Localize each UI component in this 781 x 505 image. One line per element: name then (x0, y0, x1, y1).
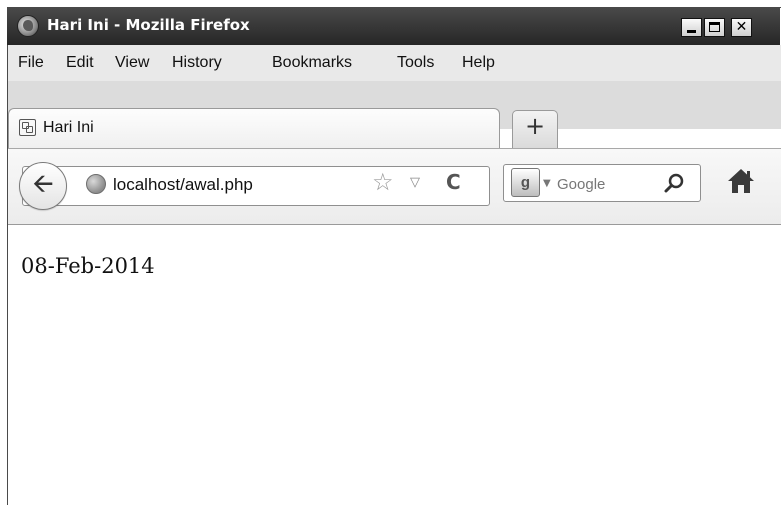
site-identity-icon[interactable] (86, 174, 106, 194)
search-icon[interactable] (663, 172, 685, 194)
menu-help[interactable]: Help (462, 54, 495, 72)
url-text[interactable]: localhost/awal.php (113, 175, 253, 195)
search-engine-icon[interactable]: g (511, 168, 540, 197)
title-bar[interactable]: Hari Ini - Mozilla Firefox ✕ (7, 7, 780, 45)
menu-file[interactable]: File (18, 54, 44, 72)
new-tab-button[interactable]: + (512, 110, 558, 148)
menu-bar: File Edit View History Bookmarks Tools H… (8, 45, 781, 81)
menu-history[interactable]: History (172, 54, 222, 72)
home-icon[interactable] (726, 166, 756, 196)
tab-label: Hari Ini (43, 119, 94, 136)
menu-view[interactable]: View (115, 54, 149, 72)
tab-hari-ini[interactable]: Hari Ini (8, 108, 500, 148)
plus-icon: + (524, 112, 546, 140)
reload-icon[interactable]: C (446, 170, 461, 194)
bookmark-star-icon[interactable]: ☆ (372, 168, 394, 196)
back-button[interactable]: 🡨 (19, 162, 67, 210)
menu-tools[interactable]: Tools (397, 54, 434, 72)
back-arrow-icon: 🡨 (32, 169, 54, 199)
window-title: Hari Ini - Mozilla Firefox (47, 16, 250, 34)
close-button[interactable]: ✕ (731, 18, 752, 37)
firefox-icon (17, 15, 39, 37)
menu-bookmarks[interactable]: Bookmarks (272, 54, 352, 72)
maximize-button[interactable] (704, 18, 725, 37)
minimize-button[interactable] (681, 18, 702, 37)
menu-edit[interactable]: Edit (66, 54, 94, 72)
url-dropdown-icon[interactable]: ▽ (410, 175, 420, 190)
search-input[interactable]: Google (557, 176, 605, 193)
page-icon (19, 119, 36, 136)
engine-dropdown-icon[interactable]: ▼ (543, 178, 551, 189)
close-icon: ✕ (735, 19, 748, 35)
page-date-text: 08-Feb-2014 (21, 254, 155, 278)
minimize-icon (687, 30, 696, 33)
maximize-icon (709, 22, 720, 32)
